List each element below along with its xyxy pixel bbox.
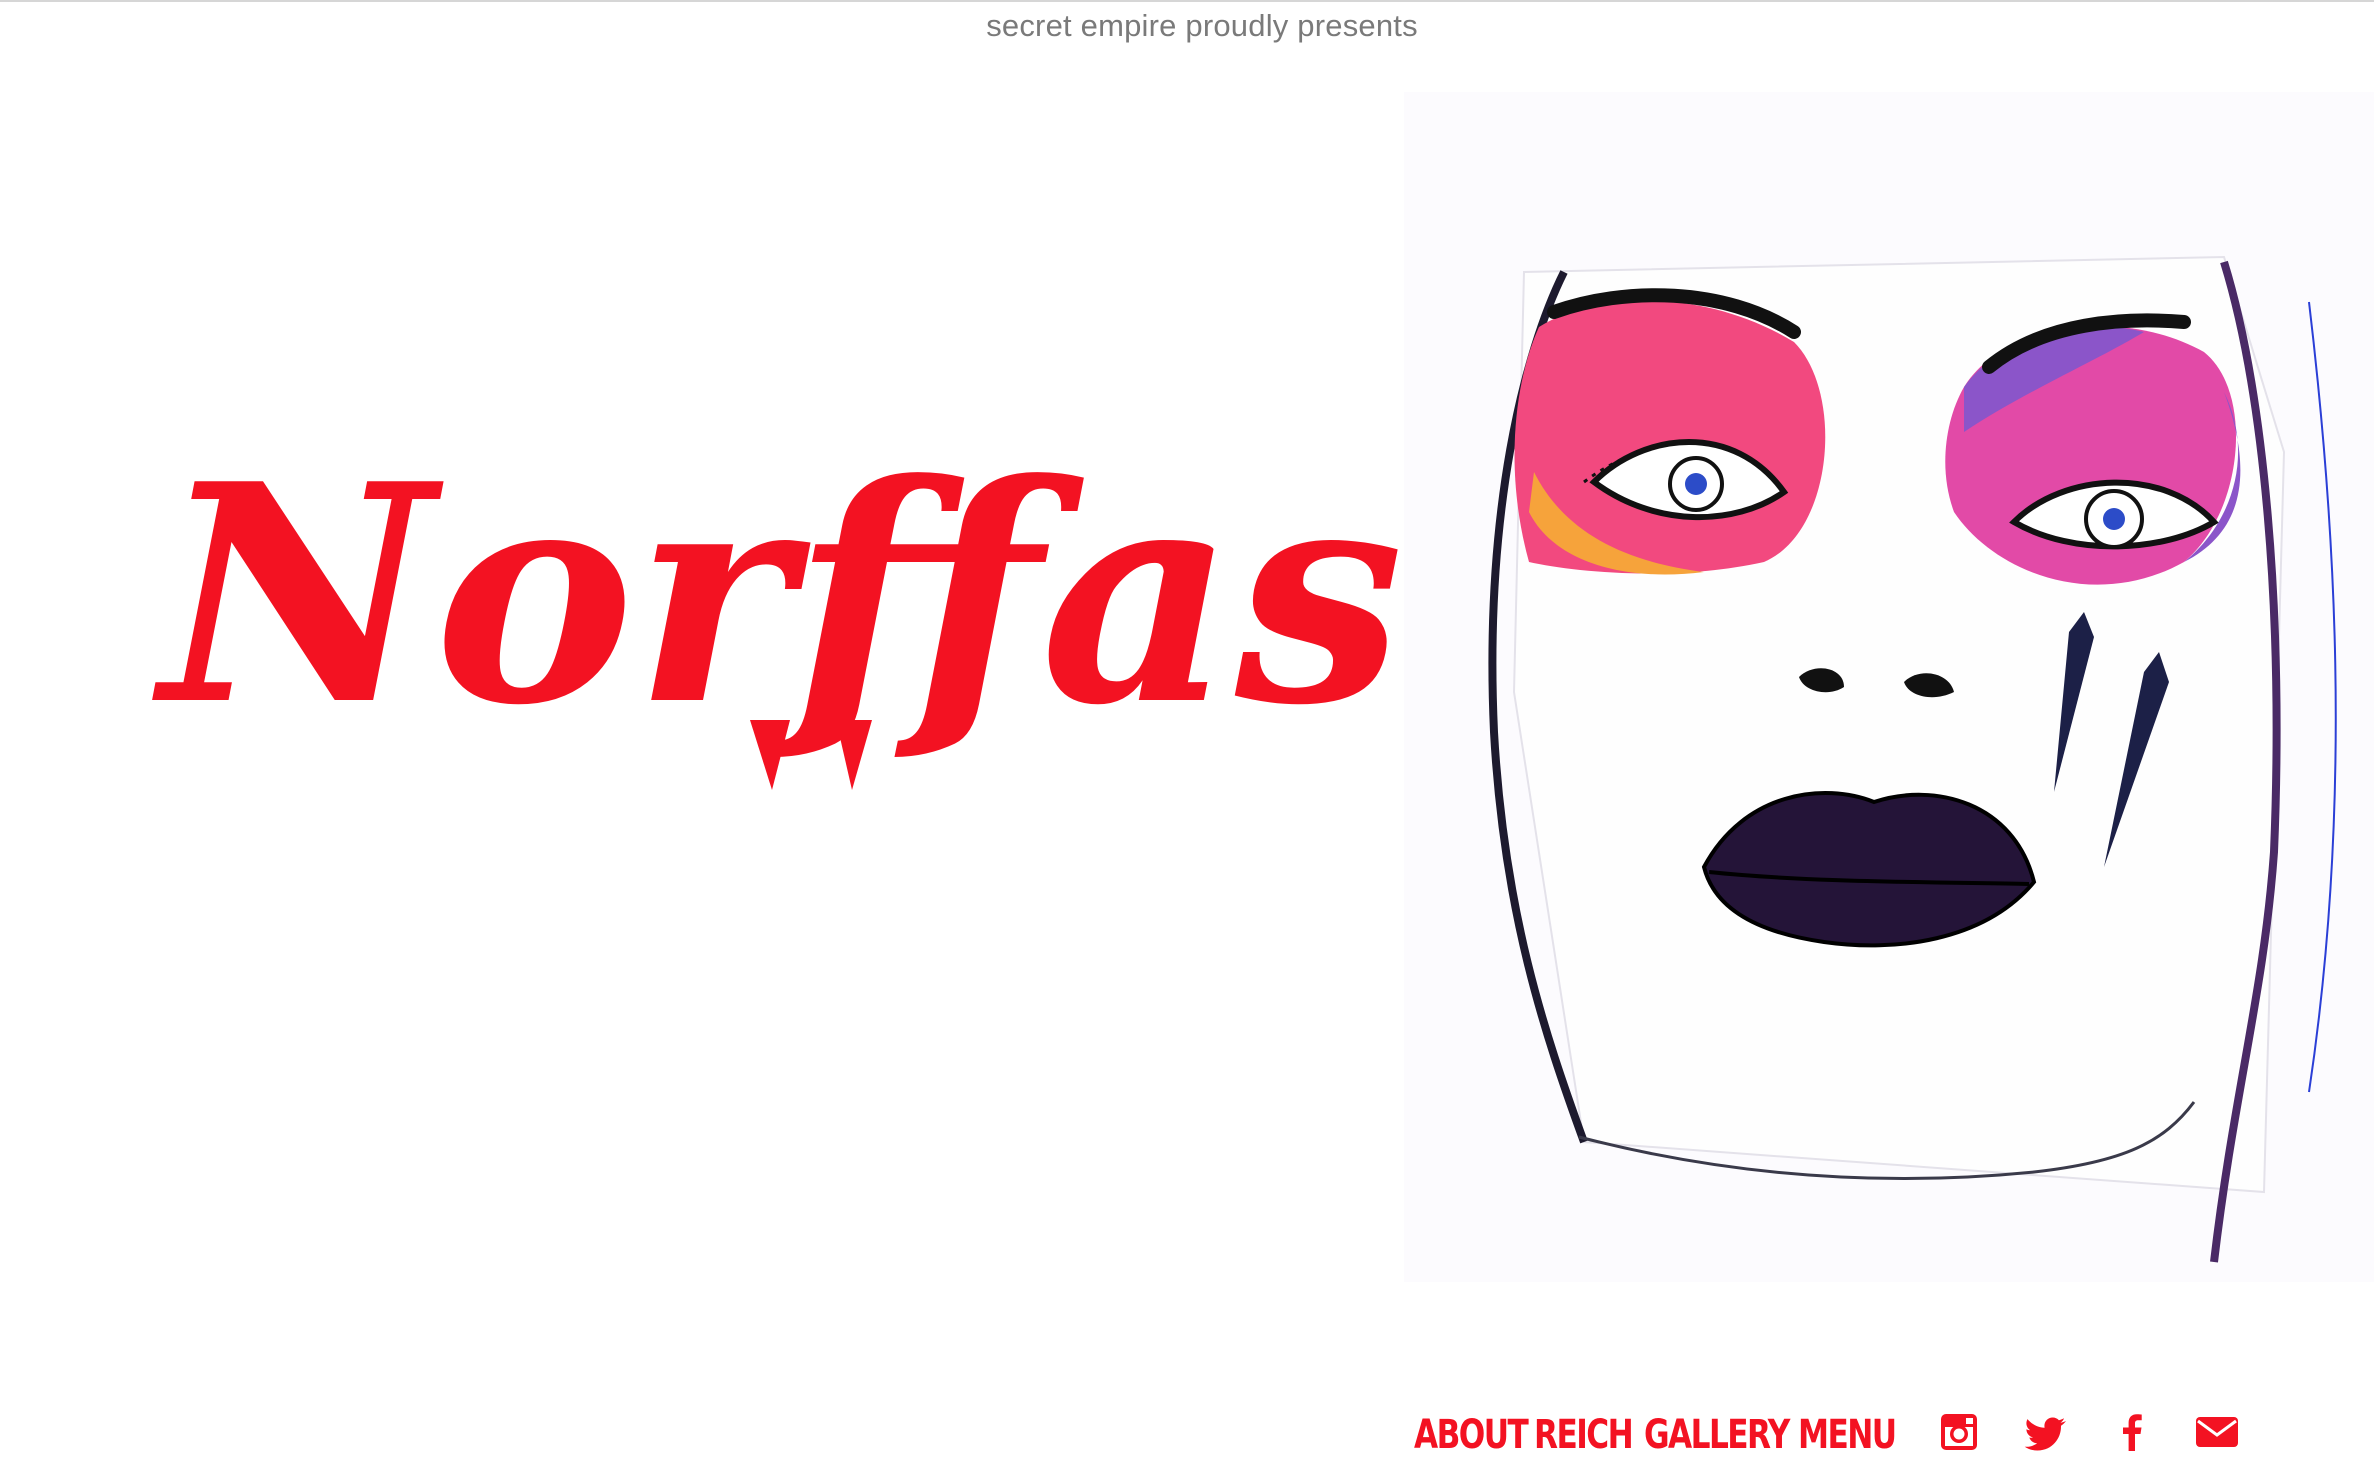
brand-logo[interactable]: Norffas [151,418,1404,820]
email-icon[interactable] [2192,1407,2242,1457]
top-border [0,0,2374,2]
nav-gallery-link[interactable]: GALLERY [1644,1412,1790,1458]
brand-logo-graphic: Norffas [151,418,1404,790]
facebook-icon[interactable] [2107,1407,2157,1457]
face-illustration [1404,92,2374,1282]
page: secret empire proudly presents Norffas A… [0,0,2374,1482]
instagram-icon[interactable] [1934,1407,1984,1457]
tagline: secret empire proudly presents [986,8,1418,43]
brand-logo-text: Norffas [151,418,1404,771]
nav-about-link[interactable]: ABOUT [1414,1412,1529,1458]
hero-artwork [1404,92,2374,1282]
twitter-icon[interactable] [2023,1407,2073,1457]
nav-reich-link[interactable]: REICH [1534,1412,1634,1458]
nav-menu-link[interactable]: MENU [1798,1412,1897,1458]
